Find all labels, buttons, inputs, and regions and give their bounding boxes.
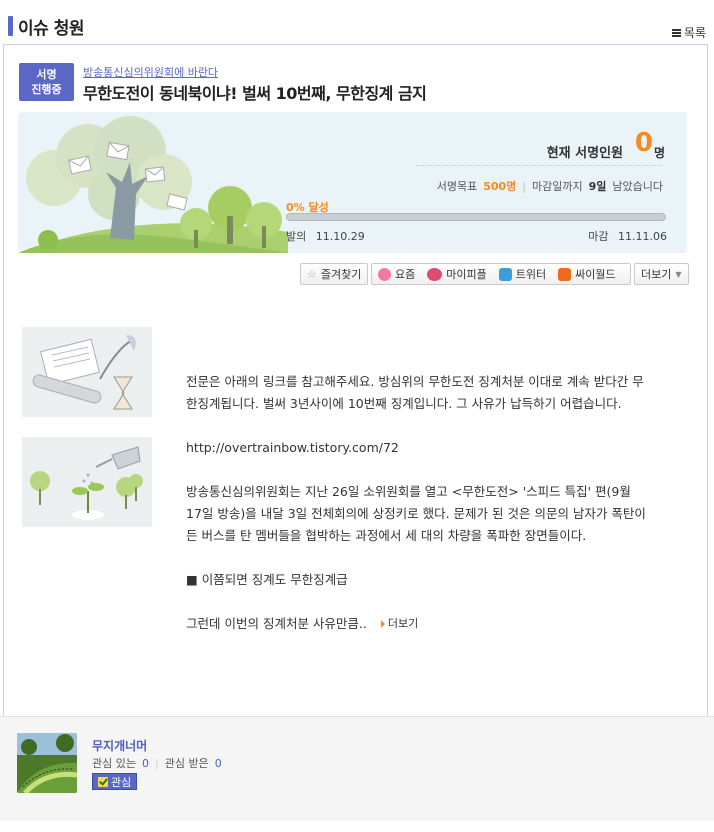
avatar[interactable] xyxy=(17,733,77,793)
author-box: 무지개너머 관심 있는 0 | 관심 받은 0 관심 xyxy=(0,716,714,821)
body-paragraph-2: 방송통신심의위원회는 지난 26일 소위원회를 열고 <무한도전> '스피드 특… xyxy=(186,484,646,543)
twitter-label: 트위터 xyxy=(515,268,547,281)
count-label: 현재 서명인원 xyxy=(546,146,623,161)
count-value: 0 xyxy=(634,128,653,158)
list-icon xyxy=(671,28,681,37)
author-name[interactable]: 무지개너머 xyxy=(92,737,147,754)
status-line1: 서명 xyxy=(36,68,57,81)
progress-bar xyxy=(286,213,666,221)
status-badge: 서명 진행중 xyxy=(19,63,74,101)
share-toolbar: 요즘 마이피플 트위터 싸이월드 xyxy=(371,263,631,285)
goal-label: 서명목표 xyxy=(436,180,478,193)
bookmark-button[interactable]: ☆ 즐겨찾기 xyxy=(300,263,369,285)
status-line2: 진행중 xyxy=(31,83,62,96)
document-illustration xyxy=(22,327,152,417)
share-mypeople[interactable]: 마이피플 xyxy=(421,264,492,284)
check-icon xyxy=(98,776,108,787)
mypeople-icon xyxy=(427,267,443,281)
end-date: 마감 11.11.06 xyxy=(588,228,667,244)
body-link[interactable]: http://overtrainbow.tistory.com/72 xyxy=(186,437,646,459)
chevron-down-icon: ▼ xyxy=(675,269,682,279)
share-twitter[interactable]: 트위터 xyxy=(493,264,552,284)
header-accent-bar xyxy=(8,16,13,36)
read-more-label: 더보기 xyxy=(387,617,419,630)
end-date-value: 11.11.06 xyxy=(618,230,667,243)
more-share-label: 더보기 xyxy=(641,268,672,281)
list-label: 목록 xyxy=(683,26,706,40)
follow-label: 관심 xyxy=(111,775,132,789)
star-icon: ☆ xyxy=(307,267,317,281)
deadline-days: 9일 xyxy=(588,180,607,193)
received-count[interactable]: 0 xyxy=(215,757,222,770)
received-label: 관심 받은 xyxy=(164,757,209,770)
read-more-link[interactable]: 더보기 xyxy=(380,613,419,635)
petition-summary: 현재 서명인원 0 명 서명목표 500명 | 마감일까지 9일 남았습니다 0… xyxy=(18,112,687,253)
share-cyworld[interactable]: 싸이월드 xyxy=(552,264,621,284)
follow-button[interactable]: 관심 xyxy=(92,773,138,790)
cyworld-label: 싸이월드 xyxy=(575,268,616,281)
interested-count[interactable]: 0 xyxy=(142,757,149,770)
yozm-icon xyxy=(378,267,391,281)
separator: | xyxy=(154,756,159,770)
twitter-icon xyxy=(498,267,512,281)
category-link[interactable]: 방송통신심의위원회에 바란다 xyxy=(83,64,218,80)
deadline-suffix: 남았습니다 xyxy=(612,180,663,193)
goal-row: 서명목표 500명 | 마감일까지 9일 남았습니다 xyxy=(437,178,663,194)
cyworld-icon xyxy=(558,267,572,281)
separator: | xyxy=(522,179,526,193)
body-paragraph-4-text: 그런데 이번의 징계처분 사유만큼.. xyxy=(186,616,367,631)
body-paragraph-3: ■ 이쯤되면 징계도 무한징계급 xyxy=(186,572,348,587)
body-paragraph-4: 그런데 이번의 징계처분 사유만큼.. 더보기 xyxy=(186,613,646,635)
bookmark-label: 즐겨찾기 xyxy=(320,268,362,281)
watering-illustration xyxy=(22,437,152,527)
more-share-button[interactable]: 더보기 ▼ xyxy=(634,263,689,285)
body-paragraph-1: 전문은 아래의 링크를 참고해주세요. 방심위의 무한도전 징계처분 이대로 계… xyxy=(186,374,644,411)
author-stats: 관심 있는 0 | 관심 받은 0 xyxy=(92,755,222,771)
mypeople-label: 마이피플 xyxy=(446,268,487,281)
start-label: 발의 xyxy=(286,230,307,243)
page-title: 이슈 청원 xyxy=(18,19,84,39)
list-button[interactable]: 목록 xyxy=(671,24,706,41)
page-header: 이슈 청원 목록 xyxy=(0,0,714,44)
start-date: 발의 11.10.29 xyxy=(286,228,365,244)
end-label: 마감 xyxy=(588,230,609,243)
deadline-prefix: 마감일까지 xyxy=(532,180,583,193)
triangle-right-icon xyxy=(380,620,385,628)
divider xyxy=(416,165,662,166)
interested-label: 관심 있는 xyxy=(92,757,136,770)
petition-body: 전문은 아래의 링크를 참고해주세요. 방심위의 무한도전 징계처분 이대로 계… xyxy=(186,325,646,635)
start-date-value: 11.10.29 xyxy=(315,230,365,243)
count-unit: 명 xyxy=(653,146,665,160)
trees-illustration xyxy=(18,116,288,253)
petition-title: 무한도전이 동네북이냐! 벌써 10번째, 무한징계 금지 xyxy=(83,84,427,103)
goal-value: 500명 xyxy=(483,180,517,193)
share-yozm[interactable]: 요즘 xyxy=(372,264,421,284)
yozm-label: 요즘 xyxy=(395,268,416,281)
